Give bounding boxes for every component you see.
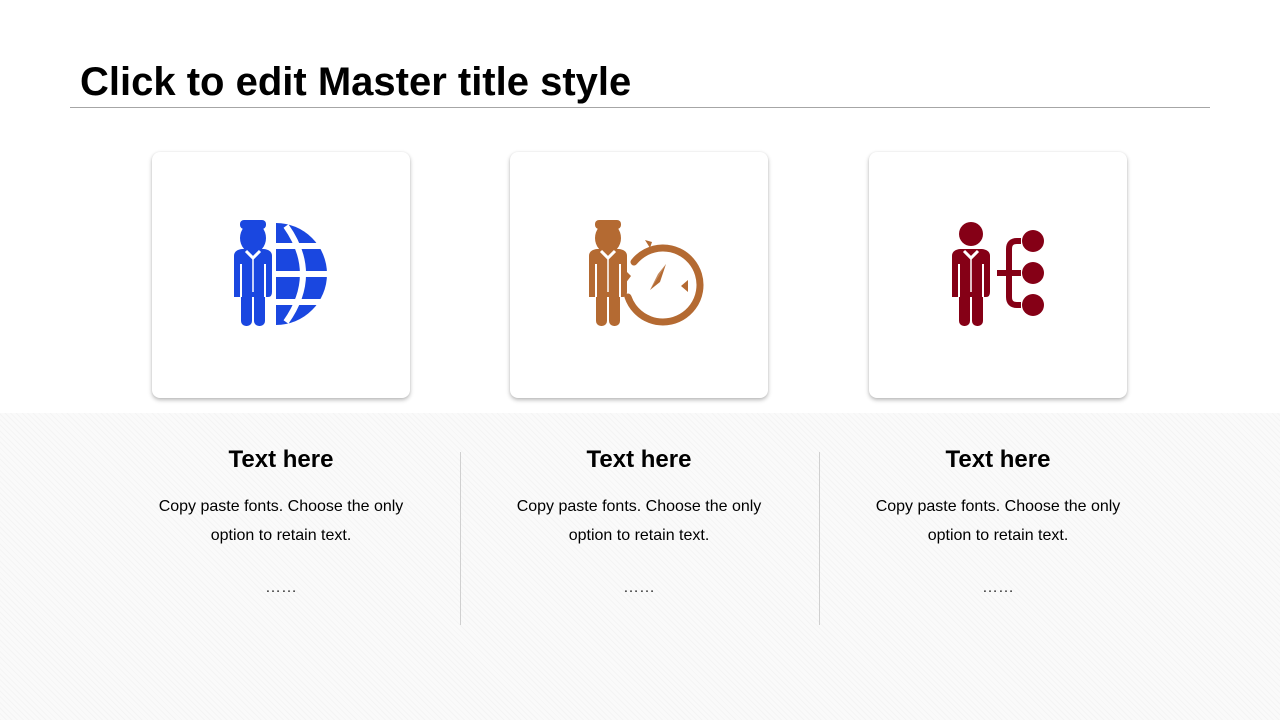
- icon-card-3: [869, 152, 1127, 398]
- icon-card-1: [152, 152, 410, 398]
- column-2-body-line-2: option to retain text.: [568, 527, 710, 544]
- column-2-ellipsis[interactable]: ……: [489, 578, 789, 598]
- title-divider: [70, 107, 1210, 108]
- column-3-body[interactable]: Copy paste fonts. Choose the only option…: [848, 492, 1148, 550]
- column-2-heading[interactable]: Text here: [489, 440, 789, 480]
- column-2-body[interactable]: Copy paste fonts. Choose the only option…: [489, 492, 789, 550]
- column-1-heading[interactable]: Text here: [131, 440, 431, 480]
- column-3-heading[interactable]: Text here: [848, 440, 1148, 480]
- businessman-compass-icon: [589, 220, 704, 326]
- column-3-ellipsis[interactable]: ……: [848, 578, 1148, 598]
- column-1-body[interactable]: Copy paste fonts. Choose the only option…: [131, 492, 431, 550]
- column-divider-2: [819, 452, 820, 625]
- text-column-2: Text here Copy paste fonts. Choose the o…: [489, 440, 789, 598]
- slide-title[interactable]: Click to edit Master title style: [80, 58, 631, 106]
- icon-card-2: [510, 152, 768, 398]
- column-3-body-line-1: Copy paste fonts. Choose the only: [875, 498, 1121, 515]
- column-3-body-line-2: option to retain text.: [927, 527, 1069, 544]
- column-1-body-line-1: Copy paste fonts. Choose the only: [158, 498, 404, 515]
- column-2-body-line-1: Copy paste fonts. Choose the only: [516, 498, 762, 515]
- businessman-hierarchy-icon: [952, 222, 1044, 326]
- businessman-globe-icon: [234, 220, 328, 326]
- column-1-ellipsis[interactable]: ……: [131, 578, 431, 598]
- column-divider-1: [460, 452, 461, 625]
- text-column-1: Text here Copy paste fonts. Choose the o…: [131, 440, 431, 598]
- text-column-3: Text here Copy paste fonts. Choose the o…: [848, 440, 1148, 598]
- column-1-body-line-2: option to retain text.: [210, 527, 352, 544]
